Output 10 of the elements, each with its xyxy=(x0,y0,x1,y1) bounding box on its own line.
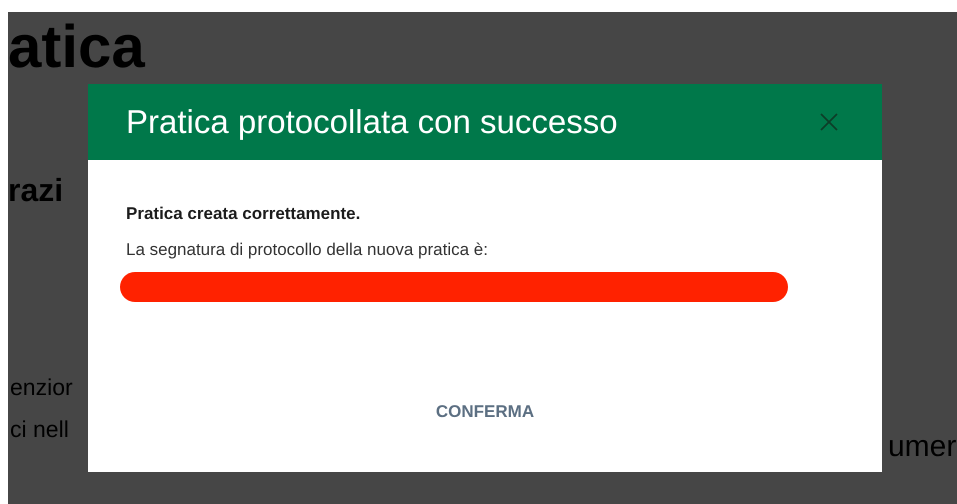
page-text: umer xyxy=(888,430,956,464)
dialog-heading: Pratica creata correttamente. xyxy=(126,204,362,224)
page-text: atica xyxy=(8,12,145,82)
page-text: ci nell xyxy=(10,416,69,443)
page-text: razi xyxy=(8,172,64,209)
dialog-title: Pratica protocollata con successo xyxy=(126,103,618,141)
dialog-message: La segnatura di protocollo della nuova pratica è: xyxy=(126,240,489,260)
confirm-button[interactable]: CONFERMA xyxy=(424,394,546,430)
close-icon xyxy=(820,113,838,131)
page-text: enzior xyxy=(10,374,73,401)
